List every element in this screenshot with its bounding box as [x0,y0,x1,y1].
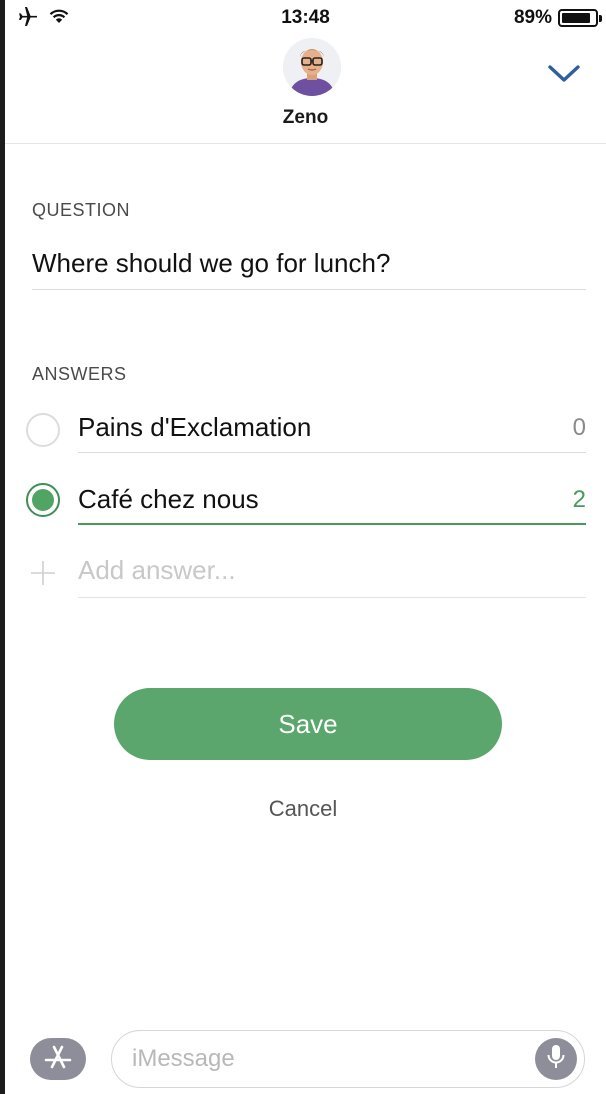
answer-row[interactable]: Café chez nous 2 [0,472,606,528]
answer-vote-count: 2 [572,486,586,513]
answer-radio-unselected[interactable] [26,413,60,447]
app-store-icon [43,1044,73,1075]
answer-radio-selected[interactable] [26,483,60,517]
battery-icon [558,9,602,27]
chevron-down-icon [547,63,581,90]
divider [78,452,586,453]
answer-vote-count: 0 [572,414,586,441]
answer-text[interactable]: Pains d'Exclamation [78,412,311,443]
cancel-button[interactable]: Cancel [0,796,606,822]
device-frame-edge [0,0,5,1094]
collapse-button[interactable] [544,62,584,90]
add-icon[interactable] [30,560,56,586]
status-right: 89% [513,7,602,29]
contact-name: Zeno [282,107,329,128]
answer-text[interactable]: Café chez nous [78,484,259,515]
status-bar: 13:48 89% [5,0,606,38]
avatar[interactable] [283,38,341,96]
question-input[interactable]: Where should we go for lunch? [32,248,390,279]
microphone-button[interactable] [535,1038,577,1080]
divider [78,597,586,598]
imessage-field[interactable] [111,1030,585,1088]
add-answer-input[interactable] [78,555,498,586]
radio-selected-dot [32,489,54,511]
answer-row[interactable]: Pains d'Exclamation 0 [0,400,606,456]
conversation-header: Zeno [5,38,606,144]
battery-percent: 89% [513,7,552,28]
divider-selected [78,523,586,525]
microphone-icon [546,1044,566,1075]
app-store-button[interactable] [30,1038,86,1080]
answers-section-label: ANSWERS [32,364,127,384]
battery-tip [599,15,602,22]
battery-level-fill [562,13,591,23]
divider [32,289,586,290]
imessage-bar [5,1020,606,1094]
question-section-label: QUESTION [32,200,131,220]
save-button[interactable]: Save [114,688,502,760]
imessage-input[interactable] [132,1045,512,1073]
